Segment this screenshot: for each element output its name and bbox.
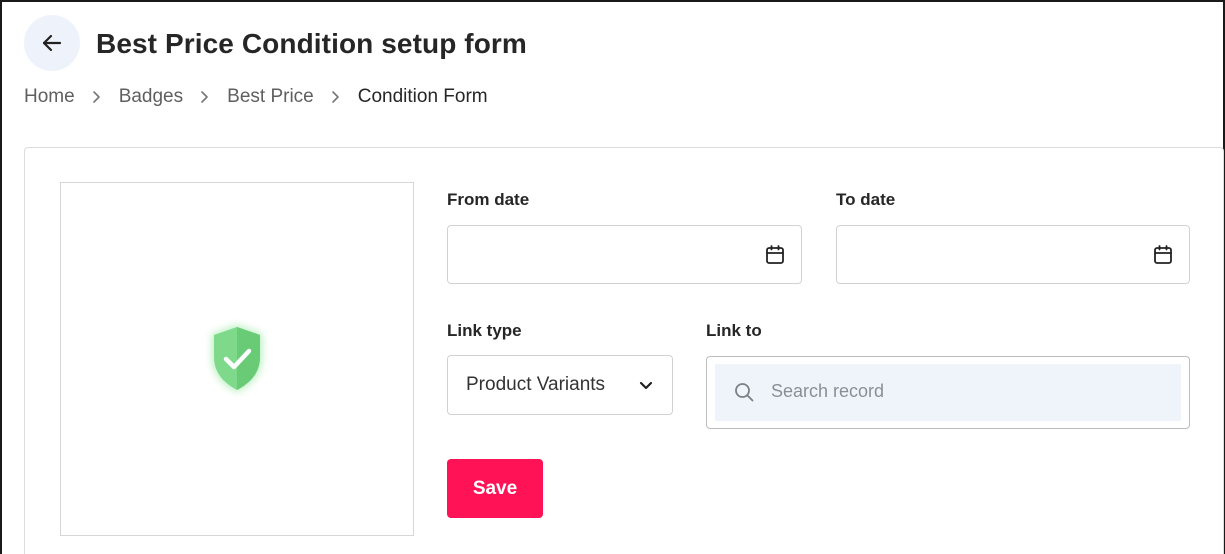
breadcrumb-condition-form: Condition Form <box>357 86 488 107</box>
to-date-label: To date <box>836 190 896 209</box>
link-to-field: Search record <box>706 356 1190 429</box>
chevron-right-icon <box>330 90 342 104</box>
breadcrumb-home[interactable]: Home <box>24 86 75 108</box>
search-record-input[interactable]: Search record <box>715 364 1181 421</box>
link-type-label: Link type <box>447 321 522 340</box>
link-type-value: Product Variants <box>466 374 606 395</box>
link-type-select[interactable]: Product Variants <box>447 355 673 415</box>
from-date-input[interactable] <box>447 225 802 284</box>
from-date-label: From date <box>447 190 530 209</box>
link-to-label: Link to <box>706 321 762 340</box>
page-title: Best Price Condition setup form <box>96 28 527 59</box>
arrow-left-icon <box>42 34 62 52</box>
badge-image-box[interactable] <box>60 182 414 536</box>
breadcrumb-best-price[interactable]: Best Price <box>227 86 314 108</box>
breadcrumb: Home Badges Best Price Condition Form <box>24 86 488 108</box>
calendar-icon[interactable] <box>1152 244 1174 266</box>
chevron-right-icon <box>199 90 211 104</box>
back-button[interactable] <box>24 15 80 71</box>
search-icon <box>735 383 754 402</box>
to-date-input[interactable] <box>836 225 1190 284</box>
breadcrumb-badges[interactable]: Badges <box>119 86 183 108</box>
search-placeholder: Search record <box>771 381 885 401</box>
chevron-right-icon <box>91 90 103 104</box>
save-button[interactable]: Save <box>447 459 543 518</box>
shield-check-icon <box>212 325 262 392</box>
calendar-icon[interactable] <box>764 244 786 266</box>
chevron-down-icon <box>639 381 653 390</box>
